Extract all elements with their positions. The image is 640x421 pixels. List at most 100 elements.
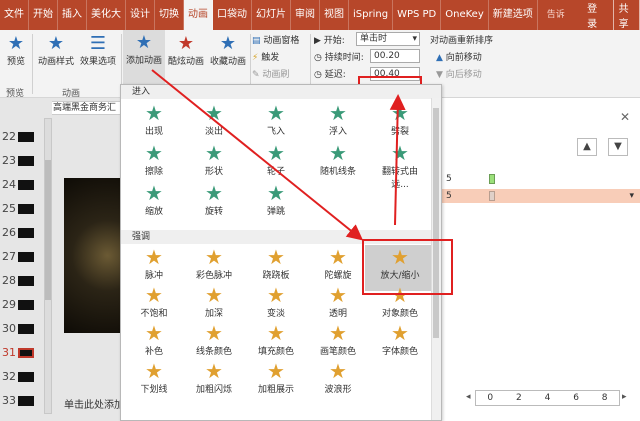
- timeline-ruler: 0 2 4 6 8: [475, 390, 620, 406]
- ribbon-tab[interactable]: iSpring: [349, 0, 394, 30]
- effect-item[interactable]: ★ 旋转: [188, 182, 240, 217]
- effect-item[interactable]: ★ 字体颜色: [374, 322, 426, 357]
- ribbon-tab[interactable]: WPS PD: [393, 0, 442, 30]
- slide-thumbnail[interactable]: [18, 396, 34, 406]
- trigger-button[interactable]: ⚡ 触发: [252, 50, 279, 63]
- preview-icon: ★: [7, 33, 25, 54]
- ribbon-tab[interactable]: 文件: [0, 0, 29, 30]
- effect-item[interactable]: ★ 翻转式由远...: [374, 142, 426, 190]
- close-icon[interactable]: ✕: [620, 110, 630, 124]
- brush-icon: ✎: [252, 70, 260, 80]
- ribbon-tab[interactable]: 美化大: [87, 0, 126, 30]
- move-earlier-button[interactable]: ▲ 向前移动: [436, 50, 482, 63]
- effect-item[interactable]: ★ 轮子: [250, 142, 302, 177]
- effect-item[interactable]: ★ 随机线条: [312, 142, 364, 177]
- move-up-button[interactable]: ▲: [577, 138, 597, 156]
- effect-item[interactable]: ★ 线条颜色: [188, 322, 240, 357]
- anim-brush-button[interactable]: ✎ 动画刷: [252, 67, 289, 80]
- login-button[interactable]: 登录: [587, 0, 602, 30]
- ribbon-tab[interactable]: 审阅: [291, 0, 320, 30]
- slide-canvas[interactable]: [64, 178, 126, 333]
- slide-thumbnail[interactable]: [18, 324, 34, 334]
- gallery-scrollbar-thumb[interactable]: [433, 108, 439, 338]
- effect-item[interactable]: ★ 彩色脉冲: [188, 246, 240, 281]
- effect-item[interactable]: ★ 下划线: [128, 360, 180, 395]
- ribbon-tab[interactable]: 新建选项: [489, 0, 538, 30]
- duration-input[interactable]: 00.20: [370, 49, 420, 63]
- effect-item[interactable]: ★ 不饱和: [128, 284, 180, 319]
- ribbon-tab[interactable]: 切换: [155, 0, 184, 30]
- effect-item[interactable]: ★ 脉冲: [128, 246, 180, 281]
- effect-label: 陀螺旋: [324, 271, 352, 281]
- timeline-left-icon[interactable]: ◂: [466, 392, 471, 402]
- effect-item[interactable]: ★ 变淡: [250, 284, 302, 319]
- slide-thumbnail[interactable]: [18, 132, 34, 142]
- ribbon-tab[interactable]: 插入: [58, 0, 87, 30]
- ribbon-tab[interactable]: 动画: [184, 0, 213, 30]
- anim-list-item-selected[interactable]: 5 ▾: [441, 189, 640, 203]
- slide-thumbnail[interactable]: [18, 348, 34, 358]
- duration-label: ◷ 持续时间:: [314, 53, 364, 63]
- effect-item[interactable]: ★ 加深: [188, 284, 240, 319]
- notes-placeholder[interactable]: 单击此处添加: [64, 396, 126, 416]
- effect-item[interactable]: ★ 缩放: [128, 182, 180, 217]
- effect-label: 翻转式由远...: [381, 167, 418, 190]
- effect-label: 跷跷板: [262, 271, 290, 281]
- effect-item[interactable]: ★ 浮入: [312, 102, 364, 137]
- effect-star-icon: ★: [145, 141, 163, 165]
- slide-thumbnail[interactable]: [18, 300, 34, 310]
- effect-options-button[interactable]: ☰ 效果选项: [78, 34, 118, 68]
- slide-number: 22: [2, 130, 16, 143]
- effect-item[interactable]: ★ 跷跷板: [250, 246, 302, 281]
- slide-number: 28: [2, 274, 16, 287]
- slide-thumbnail[interactable]: [18, 180, 34, 190]
- share-button[interactable]: 共享: [612, 0, 640, 33]
- ribbon-tab[interactable]: 幻灯片: [252, 0, 291, 30]
- timeline-right-icon[interactable]: ▸: [622, 392, 627, 402]
- slide-thumbnail[interactable]: [18, 252, 34, 262]
- effect-star-icon: ★: [267, 245, 285, 269]
- cool-anim-button[interactable]: ★ 酷炫动画: [166, 34, 206, 68]
- star-icon: ★: [47, 33, 65, 54]
- anim-style-button[interactable]: ★ 动画样式: [36, 33, 76, 68]
- slide-thumbnail[interactable]: [18, 372, 34, 382]
- start-select[interactable]: 单击时 ▾: [356, 32, 420, 46]
- move-down-button[interactable]: ▼: [608, 138, 628, 156]
- slide-scrollbar-thumb[interactable]: [45, 160, 51, 300]
- tell-me-input[interactable]: 告诉我...: [542, 0, 579, 50]
- chevron-down-icon[interactable]: ▾: [629, 189, 634, 203]
- effect-item[interactable]: ★ 飞入: [250, 102, 302, 137]
- effect-item[interactable]: ★ 加粗闪烁: [188, 360, 240, 395]
- preview-button[interactable]: ★ 预览: [4, 33, 28, 68]
- effect-label: 彩色脉冲: [195, 271, 232, 281]
- slide-thumbnail[interactable]: [18, 276, 34, 286]
- effect-item[interactable]: ★ 淡出: [188, 102, 240, 137]
- effect-label: 浮入: [328, 127, 347, 137]
- anim-list-item[interactable]: 5: [441, 172, 640, 186]
- effect-item[interactable]: ★ 加粗展示: [250, 360, 302, 395]
- effect-item[interactable]: ★ 出现: [128, 102, 180, 137]
- effect-item[interactable]: ★ 形状: [188, 142, 240, 177]
- slide-thumbnail[interactable]: [18, 204, 34, 214]
- move-later-button[interactable]: ▼ 向后移动: [436, 67, 482, 80]
- slide-thumbnail[interactable]: [18, 228, 34, 238]
- ribbon-tab[interactable]: 开始: [29, 0, 58, 30]
- effect-item[interactable]: ★ 填充颜色: [250, 322, 302, 357]
- effect-item[interactable]: ★ 波浪形: [312, 360, 364, 395]
- add-animation-button[interactable]: ★ 添加动画: [123, 30, 165, 84]
- clock-icon: ◷: [314, 53, 322, 63]
- anim-pane-button[interactable]: ▤ 动画窗格: [252, 33, 299, 46]
- ribbon-tab[interactable]: 视图: [320, 0, 349, 30]
- slide-thumbnail[interactable]: [18, 156, 34, 166]
- effect-item[interactable]: ★ 补色: [128, 322, 180, 357]
- effect-item[interactable]: ★ 透明: [312, 284, 364, 319]
- ribbon-tab[interactable]: 口袋动: [213, 0, 252, 30]
- collect-anim-button[interactable]: ★ 收藏动画: [208, 34, 248, 68]
- effect-item[interactable]: ★ 画笔颜色: [312, 322, 364, 357]
- effect-item[interactable]: ★ 陀螺旋: [312, 246, 364, 281]
- effect-item[interactable]: ★ 弹跳: [250, 182, 302, 217]
- effect-item[interactable]: ★ 擦除: [128, 142, 180, 177]
- ribbon-tab[interactable]: OneKey: [441, 0, 489, 30]
- ribbon-tab[interactable]: 设计: [126, 0, 155, 30]
- effect-item[interactable]: ★ 劈裂: [374, 102, 426, 137]
